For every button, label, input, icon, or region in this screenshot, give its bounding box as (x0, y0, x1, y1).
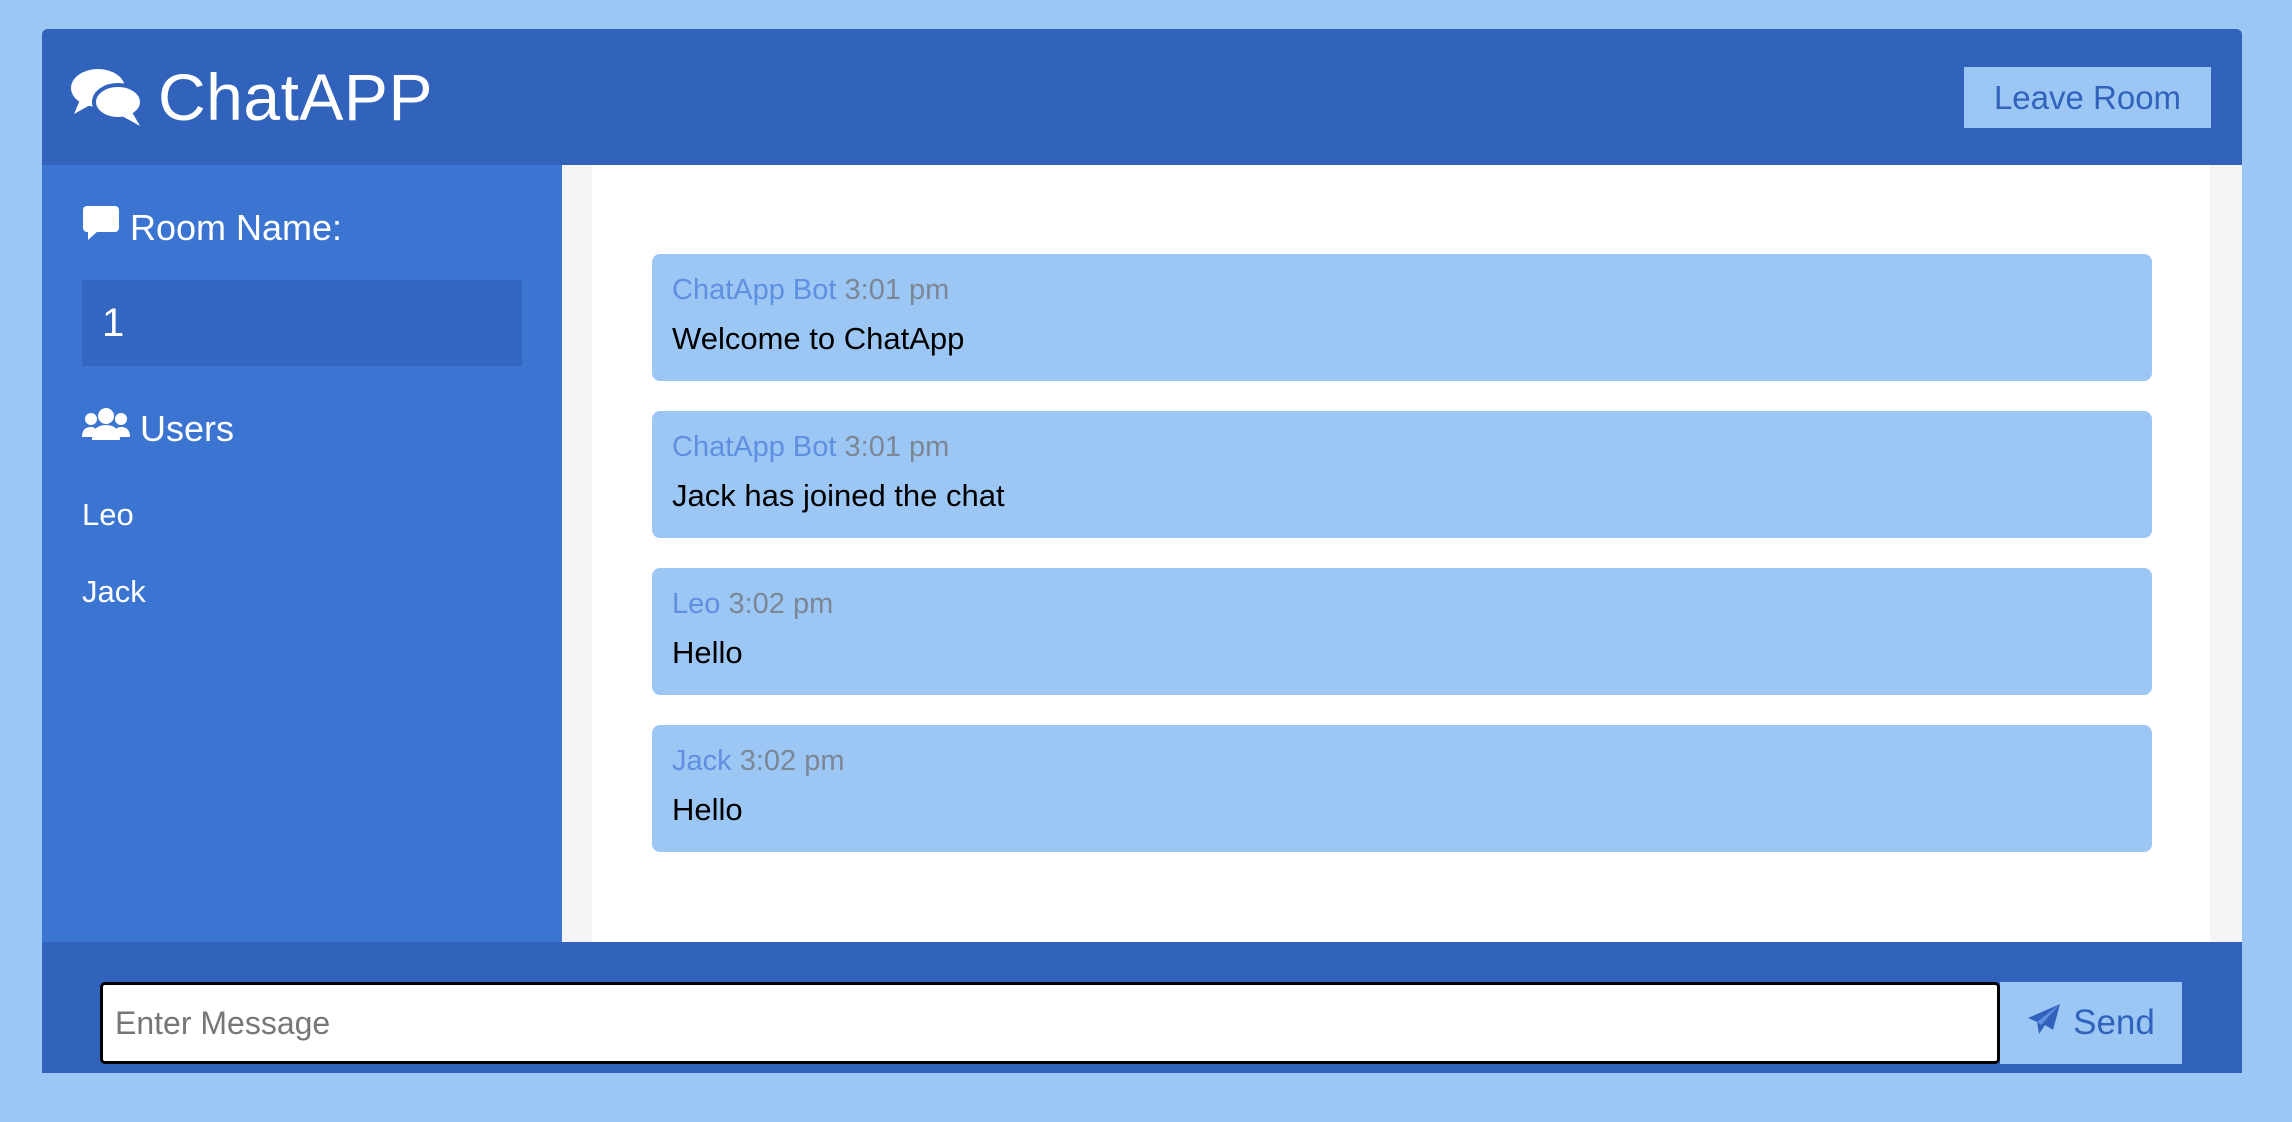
send-label: Send (2073, 1003, 2155, 1042)
message-text: Hello (672, 792, 743, 827)
send-button[interactable]: Send (2000, 982, 2182, 1064)
message-meta: Jack 3:02 pm (672, 743, 2132, 779)
chat-form-container: Send (42, 942, 2242, 1073)
user-item: Jack (82, 574, 146, 609)
message-author: ChatApp Bot (672, 274, 837, 306)
message-time: 3:02 pm (739, 745, 845, 777)
chat-messages[interactable]: ChatApp Bot 3:01 pm Welcome to ChatApp C… (562, 165, 2242, 942)
comments-icon (70, 66, 144, 128)
users-heading: Users (82, 407, 234, 450)
room-name-label: Room Name: (130, 206, 343, 248)
sidebar: Room Name: 1 Users Leo Jack (42, 165, 562, 942)
paper-plane-icon (2027, 1003, 2061, 1044)
room-name-heading: Room Name: (82, 205, 342, 250)
users-icon (82, 407, 130, 450)
user-item: Leo (82, 497, 134, 532)
app-logo: ChatAPP (70, 59, 433, 135)
message: Jack 3:02 pm Hello (652, 725, 2152, 852)
header: ChatAPP Leave Room (42, 29, 2242, 165)
message-time: 3:02 pm (728, 588, 834, 620)
message-icon (82, 205, 120, 250)
message-author: Leo (672, 588, 721, 620)
message-author: Jack (672, 745, 732, 777)
message-input[interactable] (100, 982, 2000, 1064)
message-meta: Leo 3:02 pm (672, 586, 2132, 622)
room-name-value: 1 (82, 280, 522, 366)
message-author: ChatApp Bot (672, 431, 837, 463)
message: ChatApp Bot 3:01 pm Welcome to ChatApp (652, 254, 2152, 381)
messages-panel: ChatApp Bot 3:01 pm Welcome to ChatApp C… (592, 165, 2210, 942)
app-title: ChatAPP (158, 60, 433, 134)
message-text: Jack has joined the chat (672, 478, 1005, 513)
leave-room-button[interactable]: Leave Room (1964, 67, 2211, 128)
users-label: Users (140, 407, 235, 449)
message-text: Welcome to ChatApp (672, 321, 965, 356)
message-text: Hello (672, 635, 743, 670)
message-meta: ChatApp Bot 3:01 pm (672, 429, 2132, 465)
message-time: 3:01 pm (844, 274, 950, 306)
users-list: Leo Jack (82, 495, 146, 649)
chat-app: ChatAPP Leave Room Room Name: 1 Users Le… (42, 29, 2242, 1073)
message-meta: ChatApp Bot 3:01 pm (672, 272, 2132, 308)
message-time: 3:01 pm (844, 431, 950, 463)
message: ChatApp Bot 3:01 pm Jack has joined the … (652, 411, 2152, 538)
message: Leo 3:02 pm Hello (652, 568, 2152, 695)
